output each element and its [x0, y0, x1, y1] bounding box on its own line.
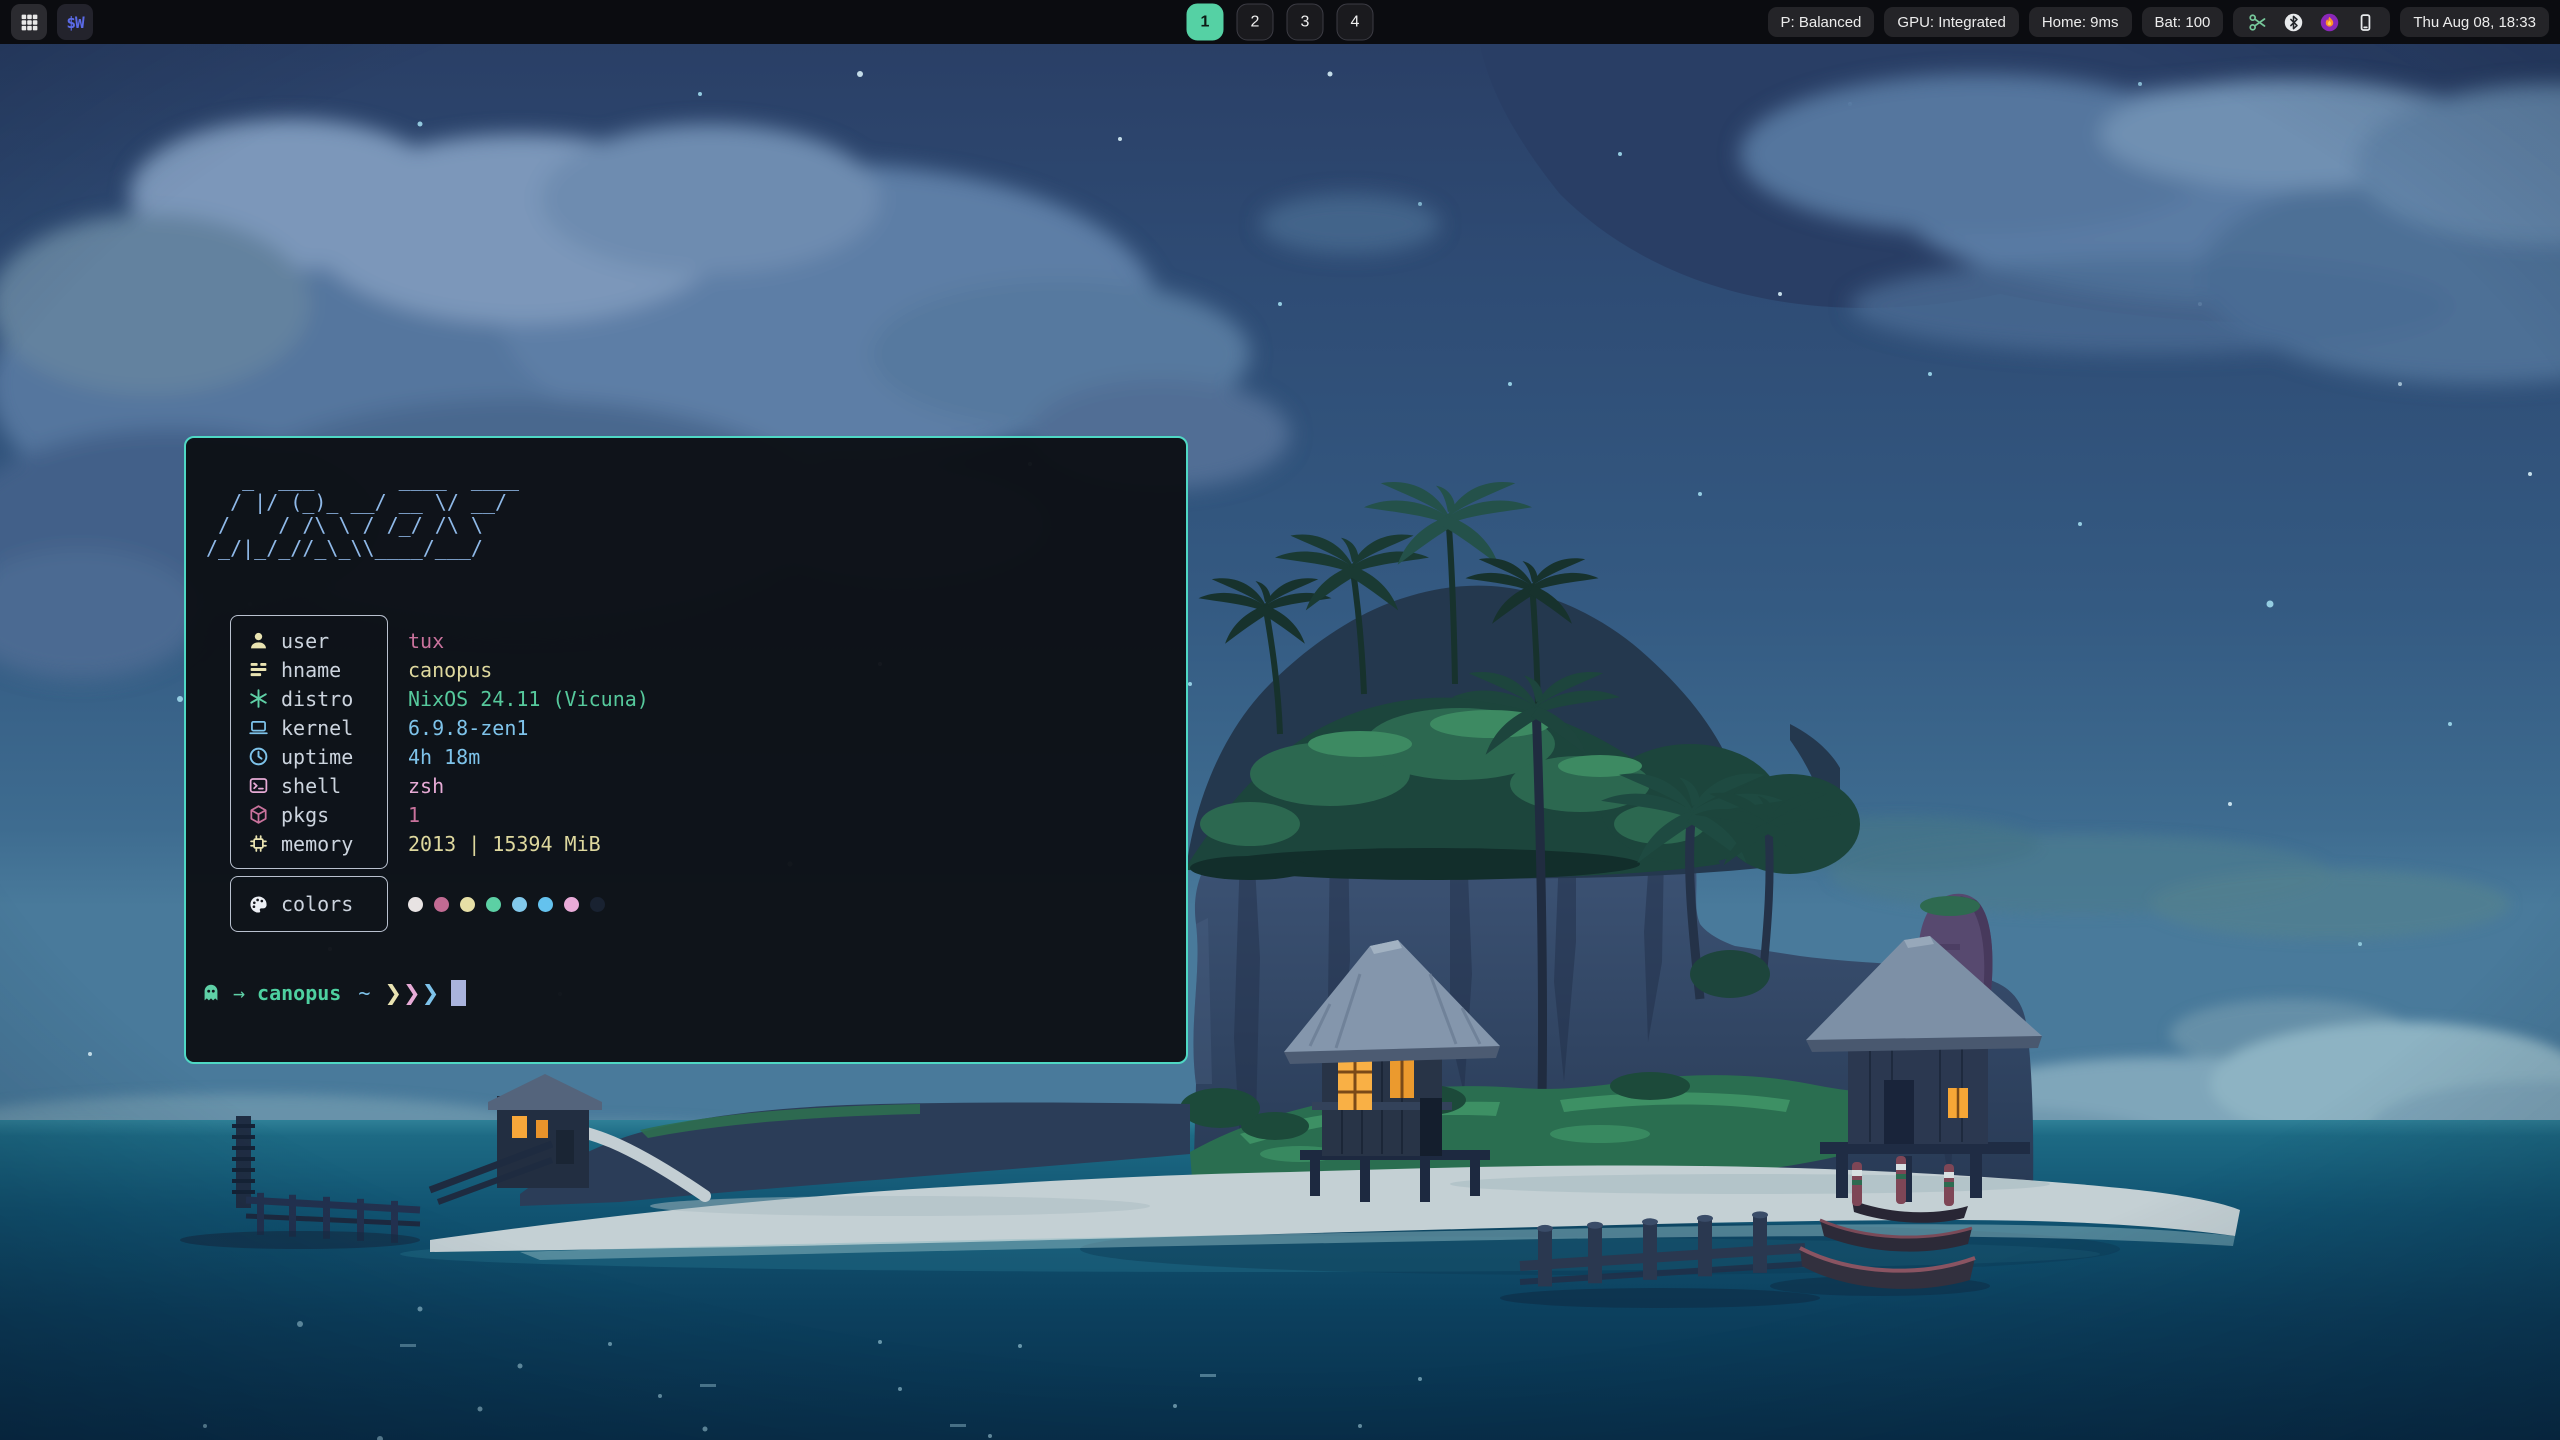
- fetch-label: hname: [281, 658, 341, 682]
- fetch-label: kernel: [281, 716, 353, 740]
- scissors-icon[interactable]: [2247, 12, 2268, 33]
- terminal-app-button[interactable]: $W: [57, 4, 93, 40]
- colors-label: colors: [281, 892, 353, 916]
- prompt-chevrons: ❯❯❯: [384, 981, 440, 1005]
- clock-icon: [246, 746, 270, 768]
- palette-dot: [538, 897, 553, 912]
- grid-icon: [19, 12, 40, 33]
- fetch-label: user: [281, 629, 329, 653]
- fetch-value-hname: canopus: [408, 655, 649, 684]
- palette-dot: [434, 897, 449, 912]
- launcher-button[interactable]: [11, 4, 47, 40]
- flame-icon[interactable]: [2319, 12, 2340, 33]
- gpu-pill[interactable]: GPU: Integrated: [1884, 7, 2018, 37]
- workspace-1[interactable]: 1: [1187, 4, 1224, 41]
- palette-dot: [564, 897, 579, 912]
- nixos-ascii-logo: _ ___ ____ ____ / |/ (_)_ __/ __ \/ __/ …: [206, 468, 519, 560]
- top-status-bar: $W 1234 P: Balanced GPU: Integrated Home: …: [0, 0, 2560, 44]
- ghost-icon: [200, 982, 222, 1004]
- fetch-row-pkgs: pkgs: [231, 800, 387, 829]
- fetch-value-memory: 2013 | 15394 MiB: [408, 829, 649, 858]
- fetch-label: uptime: [281, 745, 353, 769]
- fetch-value-column: tuxcanopusNixOS 24.11 (Vicuna)6.9.8-zen1…: [408, 615, 649, 858]
- workspace-switcher: 1234: [1187, 4, 1374, 41]
- prompt-chevron: ❯: [422, 981, 440, 1005]
- fetch-value-shell: zsh: [408, 771, 649, 800]
- snowflake-icon: [246, 688, 270, 710]
- terminal-palette-dots: [408, 876, 605, 932]
- list-icon: [246, 659, 270, 681]
- palette-dot: [486, 897, 501, 912]
- fetch-label-column: user hname distro kernel uptime shell pkgs memo…: [230, 615, 388, 869]
- prompt-host: canopus: [257, 981, 341, 1005]
- status-pill-group: P: Balanced GPU: Integrated Home: 9ms Bat: …: [1768, 7, 2224, 37]
- fetch-row-distro: distro: [231, 684, 387, 713]
- fetch-row-hname: hname: [231, 655, 387, 684]
- terminal-app-label: $W: [66, 13, 83, 32]
- prompt-chevron: ❯: [384, 981, 402, 1005]
- fetch-row-shell: shell: [231, 771, 387, 800]
- clock-label: Thu Aug 08, 18:33: [2413, 14, 2536, 31]
- power-profile-pill[interactable]: P: Balanced: [1768, 7, 1875, 37]
- colors-row: colors: [230, 876, 388, 932]
- fetch-value-user: tux: [408, 626, 649, 655]
- prompt-chevron: ❯: [403, 981, 421, 1005]
- fetch-row-kernel: kernel: [231, 713, 387, 742]
- palette-dot: [590, 897, 605, 912]
- fetch-row-uptime: uptime: [231, 742, 387, 771]
- shell-icon: [246, 775, 270, 797]
- text-cursor: [451, 980, 466, 1006]
- topbar-right-group: P: Balanced GPU: Integrated Home: 9ms Bat: …: [1768, 7, 2549, 37]
- fetch-row-memory: memory: [231, 829, 387, 858]
- laptop-icon: [246, 717, 270, 739]
- workspace-4[interactable]: 4: [1337, 4, 1374, 41]
- system-tray[interactable]: [2233, 7, 2390, 37]
- fetch-label: memory: [281, 832, 353, 856]
- palette-icon: [246, 893, 270, 915]
- fetch-value-pkgs: 1: [408, 800, 649, 829]
- latency-pill[interactable]: Home: 9ms: [2029, 7, 2132, 37]
- fetch-label: pkgs: [281, 803, 329, 827]
- fetch-value-uptime: 4h 18m: [408, 742, 649, 771]
- prompt-arrow: →: [233, 981, 245, 1005]
- topbar-left-group: $W: [11, 4, 93, 40]
- workspace-3[interactable]: 3: [1287, 4, 1324, 41]
- workspace-2[interactable]: 2: [1237, 4, 1274, 41]
- terminal-window[interactable]: _ ___ ____ ____ / |/ (_)_ __/ __ \/ __/ …: [184, 436, 1188, 1064]
- fetch-label: shell: [281, 774, 341, 798]
- palette-dot: [408, 897, 423, 912]
- prompt-cwd: ~: [358, 981, 370, 1005]
- fetch-value-distro: NixOS 24.11 (Vicuna): [408, 684, 649, 713]
- fetch-label: distro: [281, 687, 353, 711]
- chip-icon: [246, 833, 270, 855]
- shell-prompt[interactable]: → canopus ~ ❯❯❯: [200, 978, 466, 1008]
- phone-icon[interactable]: [2355, 12, 2376, 33]
- fetch-row-user: user: [231, 626, 387, 655]
- fetch-info: user hname distro kernel uptime shell pkgs memo…: [230, 615, 649, 932]
- fetch-value-kernel: 6.9.8-zen1: [408, 713, 649, 742]
- bluetooth-icon[interactable]: [2283, 12, 2304, 33]
- clock-pill[interactable]: Thu Aug 08, 18:33: [2400, 7, 2549, 37]
- package-icon: [246, 804, 270, 826]
- user-icon: [246, 630, 270, 652]
- battery-pill[interactable]: Bat: 100: [2142, 7, 2224, 37]
- palette-dot: [512, 897, 527, 912]
- palette-dot: [460, 897, 475, 912]
